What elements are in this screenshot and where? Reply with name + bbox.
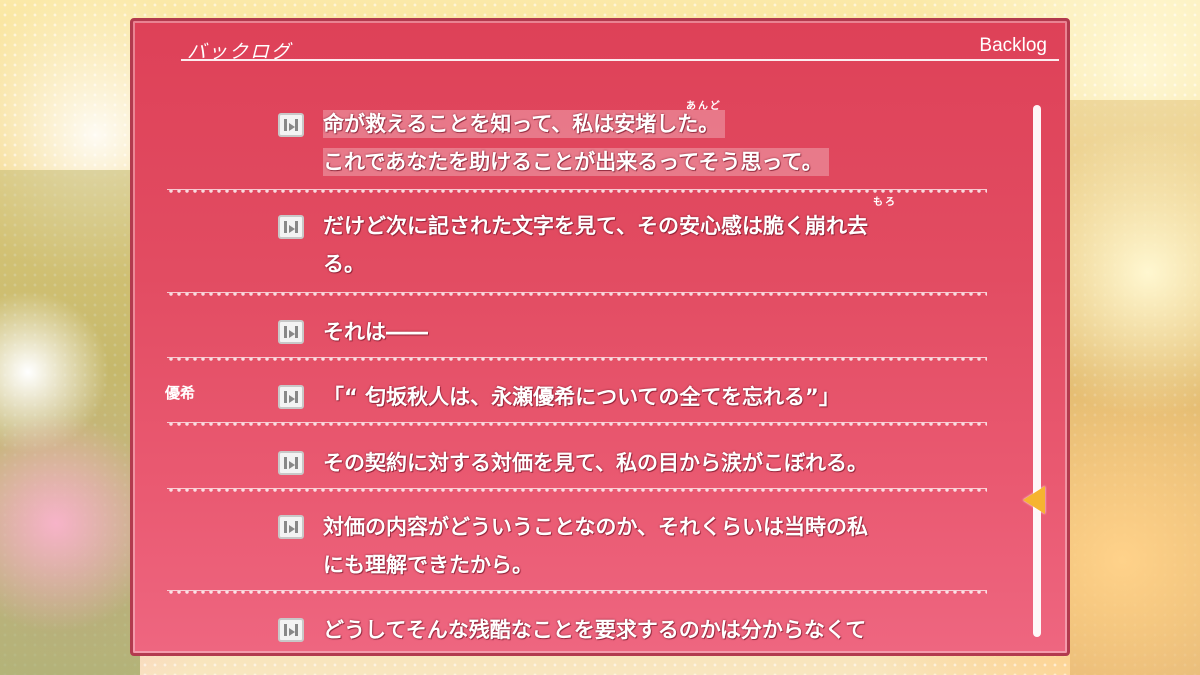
entry-divider xyxy=(167,292,987,299)
entry-line: だけど次に記された文字を見て、その安心感は脆く崩れ去 xyxy=(323,214,868,238)
entry-line: 対価の内容がどういうことなのか、それくらいは当時の私 xyxy=(323,515,868,539)
scroll-thumb-arrow[interactable] xyxy=(1023,486,1045,514)
backlog-title-en: Backlog xyxy=(979,35,1047,56)
entry-line: これであなたを助けることが出来るってそう思って。 xyxy=(323,148,829,176)
entry-text: 命が救えることを知って、私は安堵した。 これであなたを助けることが出来るってそう… xyxy=(323,105,829,181)
ruby-text: もろ xyxy=(873,197,897,208)
entry-divider xyxy=(167,488,987,495)
voice-replay-icon[interactable] xyxy=(278,618,304,642)
backlog-panel: バックログ Backlog あんど 命が救えることを知って、私は安堵した。 これ… xyxy=(130,18,1070,656)
voice-replay-icon[interactable] xyxy=(278,451,304,475)
entry-line: 命が救えることを知って、私は安堵した。 xyxy=(323,110,726,138)
entry-line: 「“ 匂坂秋人は、永瀬優希についての全てを忘れる”」 xyxy=(323,385,840,409)
entry-text: だけど次に記された文字を見て、その安心感は脆く崩れ去 る。 xyxy=(323,207,868,283)
entry-line: どうしてそんな残酷なことを要求するのかは分からなくて xyxy=(323,618,867,642)
voice-replay-icon[interactable] xyxy=(278,320,304,344)
entry-text: 「“ 匂坂秋人は、永瀬優希についての全てを忘れる”」 xyxy=(323,378,840,416)
entry-line: にも理解できたから。 xyxy=(323,553,533,577)
voice-replay-icon[interactable] xyxy=(278,515,304,539)
entry-divider xyxy=(167,189,987,196)
entry-divider xyxy=(167,422,987,429)
header-underline xyxy=(181,59,1059,61)
scrollbar-track[interactable] xyxy=(1033,105,1041,637)
entry-line: る。 xyxy=(323,252,365,276)
entry-line: それは―― xyxy=(323,320,428,344)
entry-divider xyxy=(167,357,987,364)
entry-text: どうしてそんな残酷なことを要求するのかは分からなくて xyxy=(323,611,866,649)
background-flowers-left xyxy=(0,170,140,675)
entry-text: それは―― xyxy=(323,313,428,351)
entry-text: その契約に対する対価を見て、私の目から涙がこぼれる。 xyxy=(323,444,868,482)
background-sparkle-right xyxy=(1070,100,1200,675)
voice-replay-icon[interactable] xyxy=(278,113,304,137)
entry-line: その契約に対する対価を見て、私の目から涙がこぼれる。 xyxy=(323,451,868,475)
voice-replay-icon[interactable] xyxy=(278,385,304,409)
entry-text: 対価の内容がどういうことなのか、それくらいは当時の私 にも理解できたから。 xyxy=(323,508,868,584)
speaker-name: 優希 xyxy=(165,384,196,402)
entry-divider xyxy=(167,590,987,597)
voice-replay-icon[interactable] xyxy=(278,215,304,239)
